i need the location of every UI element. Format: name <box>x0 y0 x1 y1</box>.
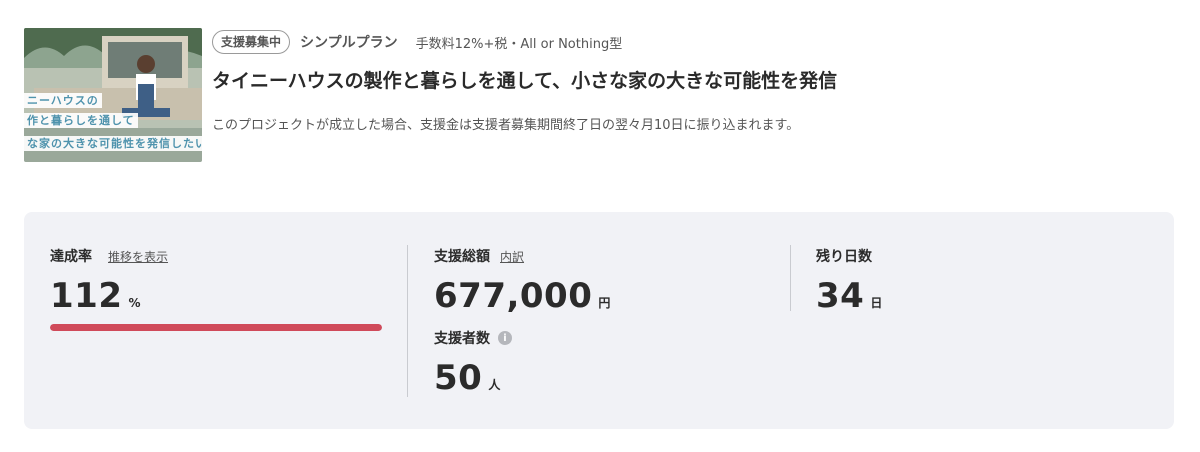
total-label: 支援総額 <box>434 249 490 265</box>
total-value: 677,000 <box>434 276 593 316</box>
payout-note: このプロジェクトが成立した場合、支援金は支援者募集期間終了日の翌々月10日に振り… <box>212 118 800 133</box>
achievement-value: 112 <box>50 276 123 316</box>
info-icon[interactable]: i <box>498 331 512 345</box>
achievement-label: 達成率 <box>50 249 92 265</box>
backers-value: 50 <box>434 358 483 398</box>
backers-stat: 支援者数 i 50 人 <box>434 328 610 398</box>
divider <box>790 245 791 311</box>
days-left-stat: 残り日数 34 日 <box>816 246 882 316</box>
achievement-progress-bar <box>50 324 382 331</box>
backers-label: 支援者数 <box>434 331 490 347</box>
stats-panel: 達成率 推移を表示 112 % 支援総額 内訳 677,000 円 支援者数 i… <box>24 212 1174 429</box>
days-left-unit: 日 <box>870 296 883 310</box>
achievement-unit: % <box>128 296 141 310</box>
achievement-stat: 達成率 推移を表示 112 % <box>50 246 390 331</box>
project-thumbnail[interactable]: ニーハウスの 作と暮らしを通して な家の大きな可能性を発信したい <box>24 28 202 162</box>
project-header: ニーハウスの 作と暮らしを通して な家の大きな可能性を発信したい 支援募集中 シ… <box>24 28 1174 164</box>
days-left-value: 34 <box>816 276 865 316</box>
thumbnail-caption-line: な家の大きな可能性を発信したい <box>24 136 202 151</box>
fee-text: 手数料12%+税・All or Nothing型 <box>415 36 623 52</box>
status-badge: 支援募集中 <box>212 30 291 54</box>
total-unit: 円 <box>598 296 611 310</box>
project-meta: 支援募集中 シンプルプラン 手数料12%+税・All or Nothing型 <box>212 30 622 54</box>
plan-name: シンプルプラン <box>300 35 398 51</box>
thumbnail-caption-line: 作と暮らしを通して <box>24 113 138 128</box>
thumbnail-caption-line: ニーハウスの <box>24 93 102 108</box>
total-stat: 支援総額 内訳 677,000 円 支援者数 i 50 人 <box>434 246 610 398</box>
project-title[interactable]: タイニーハウスの製作と暮らしを通して、小さな家の大きな可能性を発信 <box>212 66 837 93</box>
show-history-link[interactable]: 推移を表示 <box>108 248 168 265</box>
days-left-label: 残り日数 <box>816 249 872 265</box>
achievement-progress-fill <box>50 324 382 331</box>
breakdown-link[interactable]: 内訳 <box>500 248 524 265</box>
divider <box>407 245 408 397</box>
backers-unit: 人 <box>488 378 501 392</box>
